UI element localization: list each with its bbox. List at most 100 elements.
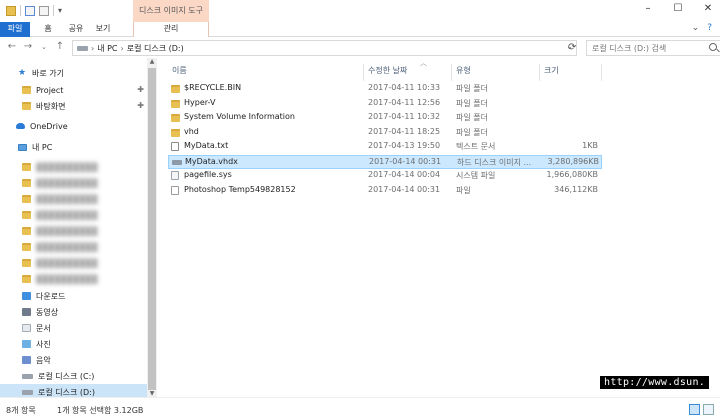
- sidebar-item[interactable]: OneDrive: [0, 118, 147, 134]
- breadcrumb-separator[interactable]: ›: [121, 44, 124, 53]
- sidebar-item[interactable]: 사진: [0, 336, 147, 352]
- context-group-title: 디스크 이미지 도구: [139, 6, 203, 15]
- file-row[interactable]: vhd 2017-04-11 18:25 파일 폴더: [168, 126, 602, 140]
- file-row[interactable]: Hyper-V 2017-04-11 12:56 파일 폴더: [168, 97, 602, 111]
- sidebar-item[interactable]: 로컬 디스크 (D:): [0, 384, 147, 397]
- file-name: $RECYCLE.BIN: [184, 83, 242, 92]
- sidebar-item[interactable]: ██████████: [0, 207, 147, 223]
- sidebar-item-label: ██████████: [36, 210, 98, 220]
- file-type: 파일 폴더: [456, 84, 488, 93]
- scroll-up-icon[interactable]: ▲: [147, 58, 157, 65]
- new-folder-icon[interactable]: [39, 5, 49, 16]
- file-type: 파일: [456, 185, 471, 195]
- folder-icon: [22, 227, 31, 235]
- folder-icon: [6, 5, 16, 16]
- scrollbar-thumb[interactable]: [148, 68, 156, 390]
- file-row[interactable]: pagefile.sys 2017-04-14 00:04 시스템 파일 1,966,…: [168, 169, 602, 183]
- column-header-date[interactable]: 수정한 날짜: [364, 64, 452, 81]
- sidebar-scrollbar[interactable]: ▲ ▼: [147, 58, 157, 397]
- file-row[interactable]: $RECYCLE.BIN 2017-04-11 10:33 파일 폴더: [168, 82, 602, 96]
- help-icon[interactable]: ?: [707, 23, 712, 33]
- folder-icon: [22, 211, 31, 219]
- tab-home[interactable]: 홈: [38, 22, 58, 37]
- file-size: 1,966,080KB: [546, 170, 598, 179]
- tab-view[interactable]: 보기: [92, 22, 114, 37]
- sidebar-item[interactable]: ★ 바로 가기: [0, 65, 147, 81]
- navigation-pane: ★ 바로 가기 Project ✚ 바탕화면 ✚ OneDrive 내 PC █████████…: [0, 58, 157, 397]
- folder-icon: [171, 85, 180, 93]
- folder-icon: [22, 259, 31, 267]
- properties-icon[interactable]: [25, 5, 35, 16]
- file-icon: [171, 185, 179, 195]
- file-date: 2017-04-11 12:56: [368, 97, 441, 107]
- folder-icon: [22, 86, 31, 94]
- drive-icon: [22, 373, 33, 379]
- sidebar-item[interactable]: ██████████: [0, 175, 147, 191]
- system-file-icon: [171, 171, 179, 180]
- recent-locations-chevron-icon[interactable]: ⌄: [38, 43, 50, 51]
- folder-icon: [171, 99, 180, 108]
- file-type: 파일 폴더: [456, 113, 488, 122]
- sidebar-item-label: ██████████: [36, 162, 98, 172]
- details-view-icon[interactable]: [689, 404, 700, 415]
- sidebar-item[interactable]: ██████████: [0, 271, 147, 287]
- sidebar-item[interactable]: 다운로드: [0, 288, 147, 304]
- breadcrumb-this-pc[interactable]: 내 PC: [97, 43, 117, 54]
- customize-toolbar-icon[interactable]: ▾: [58, 6, 68, 16]
- large-icons-view-icon[interactable]: [703, 404, 714, 415]
- breadcrumb-drive-d[interactable]: 로컬 디스크 (D:): [127, 43, 184, 54]
- sidebar-item-label: 다운로드: [36, 291, 66, 301]
- breadcrumb-separator[interactable]: ›: [91, 44, 94, 53]
- sidebar-item[interactable]: 동영상: [0, 304, 147, 320]
- tab-share[interactable]: 공유: [64, 22, 88, 37]
- file-row[interactable]: MyData.vhdx 2017-04-14 00:31 하드 디스크 이미지 ..…: [168, 154, 602, 169]
- sidebar-item[interactable]: 내 PC: [0, 139, 147, 155]
- folder-icon: [22, 275, 31, 283]
- sidebar-item-label: ██████████: [36, 274, 98, 284]
- minimize-button[interactable]: –: [642, 3, 654, 15]
- sidebar-item[interactable]: Project ✚: [0, 82, 147, 98]
- pin-icon[interactable]: ✚: [137, 85, 144, 94]
- sidebar-item[interactable]: ██████████: [0, 239, 147, 255]
- search-icon: [709, 43, 717, 51]
- forward-arrow-icon[interactable]: →: [22, 41, 34, 52]
- file-type: 파일 폴더: [456, 98, 488, 108]
- column-header-name[interactable]: 이름: [168, 64, 364, 81]
- maximize-button[interactable]: ☐: [672, 3, 684, 15]
- scroll-down-icon[interactable]: ▼: [147, 390, 157, 397]
- tab-file[interactable]: 파일: [0, 22, 30, 37]
- search-input[interactable]: [592, 41, 706, 55]
- sidebar-item[interactable]: ██████████: [0, 223, 147, 239]
- file-row[interactable]: System Volume Information 2017-04-11 10:3…: [168, 111, 602, 125]
- sidebar-item[interactable]: ██████████: [0, 159, 147, 175]
- column-header-size[interactable]: 크기: [540, 64, 602, 81]
- column-header-type[interactable]: 유형: [452, 64, 540, 81]
- sidebar-item[interactable]: 바탕화면 ✚: [0, 98, 147, 114]
- file-date: 2017-04-14 00:04: [368, 170, 441, 179]
- pin-icon[interactable]: ✚: [137, 101, 144, 110]
- search-box[interactable]: [586, 40, 720, 56]
- sidebar-item[interactable]: 음악: [0, 352, 147, 368]
- tab-manage[interactable]: 관리: [133, 22, 209, 37]
- sidebar-item[interactable]: ██████████: [0, 191, 147, 207]
- sidebar-item[interactable]: ██████████: [0, 255, 147, 271]
- expand-ribbon-icon[interactable]: ⌄: [692, 23, 700, 33]
- refresh-icon[interactable]: ⟳: [568, 42, 580, 53]
- context-tab-group: 디스크 이미지 도구: [133, 0, 209, 22]
- file-type: 텍스트 문서: [456, 142, 496, 151]
- text-file-icon: [171, 142, 179, 151]
- address-bar[interactable]: › 내 PC › 로컬 디스크 (D:) ⌄: [72, 40, 577, 56]
- file-date: 2017-04-14 00:31: [368, 184, 441, 194]
- close-button[interactable]: ✕: [702, 3, 714, 15]
- up-arrow-icon[interactable]: ↑: [54, 41, 66, 52]
- back-arrow-icon[interactable]: ←: [6, 41, 18, 52]
- file-date: 2017-04-14 00:31: [369, 156, 442, 166]
- sidebar-item-label: ██████████: [36, 258, 98, 268]
- file-name: MyData.vhdx: [185, 156, 238, 166]
- sidebar-item-label: 문서: [36, 323, 51, 333]
- file-row[interactable]: MyData.txt 2017-04-13 19:50 텍스트 문서 1KB: [168, 140, 602, 154]
- sidebar-item[interactable]: 로컬 디스크 (C:): [0, 368, 147, 384]
- sidebar-item-label: 로컬 디스크 (C:): [38, 371, 95, 381]
- file-row[interactable]: Photoshop Temp549828152 2017-04-14 00:31 파…: [168, 184, 602, 198]
- sidebar-item[interactable]: 문서: [0, 320, 147, 336]
